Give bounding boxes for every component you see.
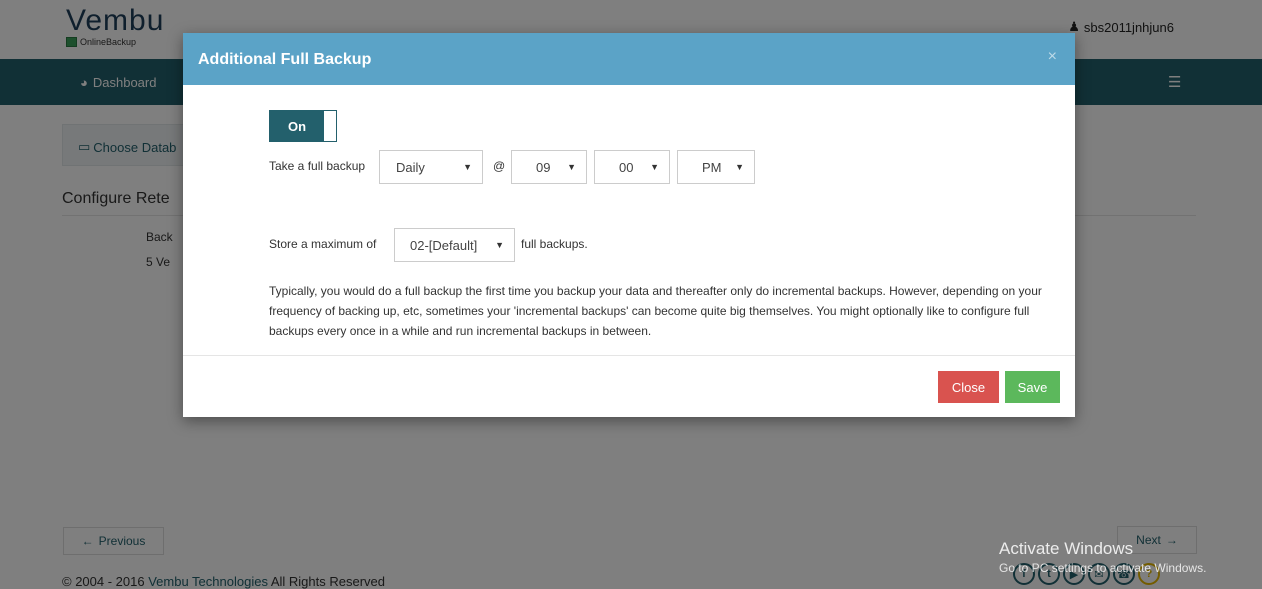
additional-full-backup-modal: Additional Full Backup × On Take a full …: [183, 33, 1075, 417]
modal-footer-divider: [183, 355, 1075, 356]
hour-select[interactable]: 09 ▼: [511, 150, 587, 184]
modal-header: Additional Full Backup ×: [183, 33, 1075, 85]
full-backups-label: full backups.: [521, 237, 588, 251]
save-button[interactable]: Save: [1005, 371, 1060, 403]
chevron-down-icon: ▼: [495, 240, 504, 250]
chevron-down-icon: ▼: [735, 162, 744, 172]
max-backups-value: 02-[Default]: [410, 237, 478, 253]
frequency-value: Daily: [396, 159, 425, 175]
ampm-value: PM: [702, 159, 722, 175]
minute-value: 00: [619, 159, 634, 175]
modal-title: Additional Full Backup: [198, 51, 372, 68]
max-backups-select[interactable]: 02-[Default] ▼: [394, 228, 515, 262]
chevron-down-icon: ▼: [650, 162, 659, 172]
hour-value: 09: [536, 159, 551, 175]
frequency-select[interactable]: Daily ▼: [379, 150, 483, 184]
activate-windows-subtitle: Go to PC settings to activate Windows.: [999, 561, 1207, 575]
minute-select[interactable]: 00 ▼: [594, 150, 670, 184]
activate-windows-title: Activate Windows: [999, 539, 1134, 558]
toggle-on-label: On: [270, 111, 324, 141]
ampm-select[interactable]: PM ▼: [677, 150, 755, 184]
close-button[interactable]: Close: [938, 371, 999, 403]
full-backup-toggle[interactable]: On: [269, 110, 337, 142]
at-symbol: @: [493, 159, 506, 173]
chevron-down-icon: ▼: [567, 162, 576, 172]
backup-description: Typically, you would do a full backup th…: [269, 284, 1042, 338]
store-maximum-label: Store a maximum of: [269, 237, 377, 251]
chevron-down-icon: ▼: [463, 162, 472, 172]
take-full-backup-label: Take a full backup: [269, 159, 366, 173]
modal-close-icon[interactable]: ×: [1048, 48, 1057, 66]
